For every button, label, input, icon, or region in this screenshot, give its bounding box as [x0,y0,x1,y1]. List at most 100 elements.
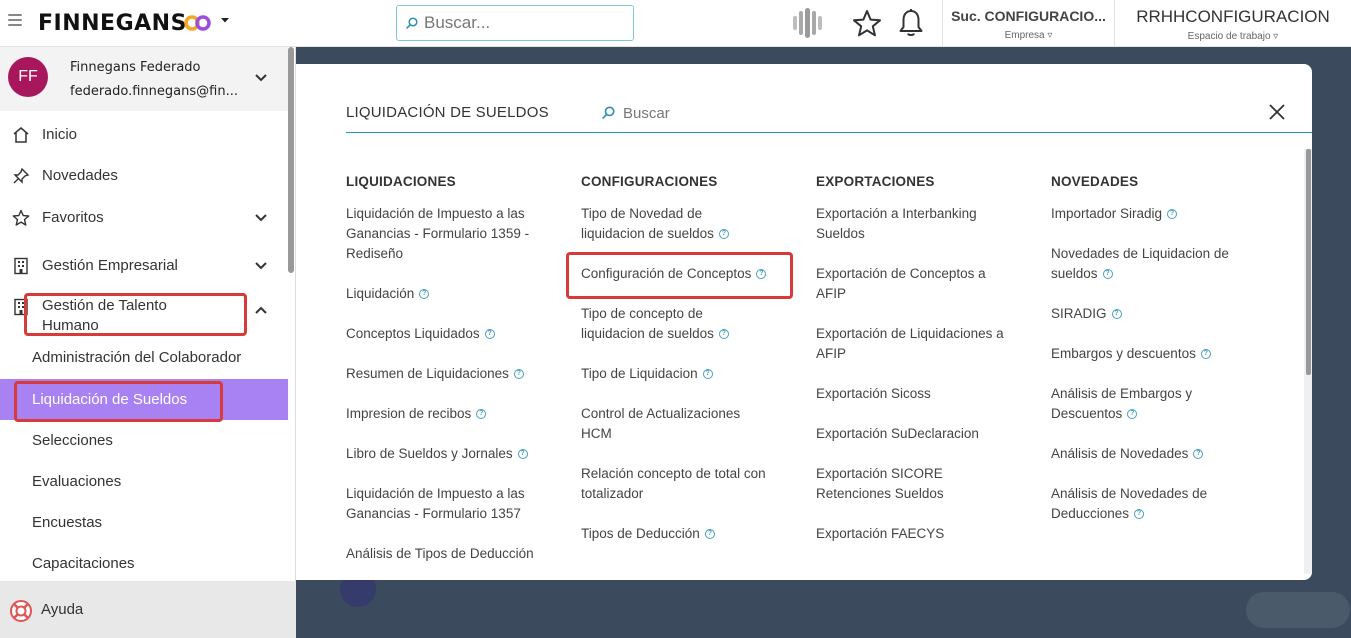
chat-button[interactable] [1246,592,1350,628]
help-icon[interactable]: ? [704,529,715,540]
help-icon[interactable]: ? [484,329,495,340]
help-icon[interactable]: ? [1200,349,1211,360]
building-icon [14,257,28,275]
module-menu-modal: LIQUIDACIÓN DE SUELDOS LIQUIDACIONES Liq… [296,64,1312,580]
column-title: LIQUIDACIONES [346,174,456,189]
home-icon [13,127,29,143]
star-icon[interactable] [852,9,882,37]
menu-link-label: Configuración de Conceptos [581,266,752,281]
menu-link-label: Análisis de Tipos de Deducción [346,546,534,561]
menu-link-label: Exportación de Conceptos a AFIP [816,266,986,301]
menu-link-label: Liquidación de Impuesto a las Ganancias … [346,206,530,261]
menu-link[interactable]: Configuración de Conceptos? [581,264,791,284]
sidebar-item-novedades[interactable]: Novedades [0,158,288,194]
help-icon[interactable]: ? [756,269,767,280]
help-icon[interactable]: ? [419,289,430,300]
sidebar-subitem-liquidacion[interactable]: Liquidación de Sueldos [0,379,288,420]
help-icon[interactable]: ? [1102,269,1113,280]
help-icon[interactable]: ? [1134,509,1145,520]
menu-link[interactable]: Exportación a Interbanking Sueldos [816,204,1006,244]
menu-link[interactable]: Tipo de concepto de liquidacion de sueld… [581,304,751,344]
menu-link[interactable]: Tipos de Deducción? [581,524,715,544]
menu-link[interactable]: Exportación FAECYS [816,524,944,544]
sidebar-subitem-encuestas[interactable]: Encuestas [0,504,288,542]
close-icon[interactable] [1268,103,1286,121]
sidebar-subitem-capacitaciones[interactable]: Capacitaciones [0,545,288,583]
help-button[interactable]: Ayuda [0,581,296,638]
sidebar: FF Finnegans Federado federado.finnegans… [0,47,296,638]
workspace-selector[interactable]: RRHHCONFIGURACION Espacio de trabajo ▿ [1114,0,1351,47]
user-panel[interactable]: FF Finnegans Federado federado.finnegans… [0,47,288,111]
help-icon[interactable]: ? [718,229,729,240]
menu-link[interactable]: Liquidación? [346,284,430,304]
menu-link[interactable]: Importador Siradig? [1051,204,1178,224]
sidebar-subitem-evaluaciones[interactable]: Evaluaciones [0,463,288,501]
sidebar-item-inicio[interactable]: Inicio [0,117,288,153]
sidebar-subitem-label: Encuestas [32,514,103,531]
sidebar-subitem-label: Evaluaciones [32,473,122,490]
sidebar-item-favoritos[interactable]: Favoritos [0,200,288,236]
menu-link[interactable]: SIRADIG? [1051,304,1122,324]
menu-link-label: Exportación a Interbanking Sueldos [816,206,977,241]
menu-link-label: Liquidación de Impuesto a las Ganancias … [346,486,525,521]
menu-icon[interactable] [8,14,22,28]
sidebar-scrollbar[interactable] [288,47,294,273]
sidebar-subitem-administracion[interactable]: Administración del Colaborador [0,339,288,377]
help-icon[interactable]: ? [517,449,528,460]
menu-link[interactable]: Exportación SuDeclaracion [816,424,979,444]
menu-link[interactable]: Análisis de Embargos y Descuentos? [1051,384,1231,424]
menu-link-label: Tipo de concepto de liquidacion de sueld… [581,306,714,341]
menu-link-label: Exportación SICORE Retenciones Sueldos [816,466,944,501]
workspace-value: RRHHCONFIGURACION [1136,7,1330,26]
menu-link[interactable]: Libro de Sueldos y Jornales? [346,444,528,464]
menu-link[interactable]: Impresion de recibos? [346,404,487,424]
help-icon[interactable]: ? [702,369,713,380]
help-icon[interactable]: ? [513,369,524,380]
sidebar-subitem-label: Selecciones [32,432,113,449]
modal-scrollbar[interactable] [1306,149,1311,375]
menu-link[interactable]: Control de Actualizaciones HCM [581,404,761,444]
menu-link[interactable]: Embargos y descuentos? [1051,344,1211,364]
sidebar-item-gestion-empresarial[interactable]: Gestión Empresarial [0,248,288,284]
help-icon[interactable]: ? [1127,409,1138,420]
menu-link[interactable]: Novedades de Liquidacion de sueldos? [1051,244,1251,284]
menu-link[interactable]: Tipo de Liquidacion? [581,364,713,384]
menu-link-label: Exportación de Liquidaciones a AFIP [816,326,1004,361]
chevron-down-icon[interactable] [220,15,230,25]
help-icon[interactable]: ? [1111,309,1122,320]
menu-link[interactable]: Exportación SICORE Retenciones Sueldos [816,464,986,504]
sidebar-subitem-selecciones[interactable]: Selecciones [0,422,288,460]
menu-link[interactable]: Resumen de Liquidaciones? [346,364,524,384]
assistant-icon[interactable] [790,6,826,40]
menu-link-label: Tipo de Novedad de liquidacion de sueldo… [581,206,714,241]
help-icon[interactable]: ? [1167,209,1178,220]
help-icon[interactable]: ? [476,409,487,420]
app-logo[interactable]: FINNEGANS [38,11,187,36]
user-name: Finnegans Federado [70,60,201,75]
bell-icon[interactable] [898,8,924,38]
menu-link[interactable]: Liquidación de Impuesto a las Ganancias … [346,484,551,524]
modal-search-input[interactable] [623,102,923,124]
menu-link-label: Novedades de Liquidacion de sueldos [1051,246,1229,281]
menu-link[interactable]: Liquidación de Impuesto a las Ganancias … [346,204,551,264]
help-icon[interactable]: ? [718,329,729,340]
user-email: federado.finnegans@fin... [70,84,238,99]
company-selector[interactable]: Suc. CONFIGURACIO... Empresa ▿ [942,0,1114,47]
modal-title: LIQUIDACIÓN DE SUELDOS [346,104,549,121]
menu-link[interactable]: Análisis de Novedades de Deducciones? [1051,484,1231,524]
menu-link[interactable]: Conceptos Liquidados? [346,324,495,344]
menu-link[interactable]: Análisis de Tipos de Deducción [346,544,556,564]
menu-link[interactable]: Exportación de Liquidaciones a AFIP [816,324,1026,364]
chevron-down-icon[interactable] [254,73,268,83]
top-bar: FINNEGANS Suc. CONFIGURACIO... Empresa ▿… [0,0,1351,47]
menu-link[interactable]: Exportación de Conceptos a AFIP [816,264,1006,304]
menu-link[interactable]: Exportación Sicoss [816,384,931,404]
menu-link[interactable]: Análisis de Novedades? [1051,444,1204,464]
search-icon [405,17,418,30]
search-input[interactable] [424,12,624,34]
help-icon[interactable]: ? [1193,449,1204,460]
sidebar-item-gestion-talento-humano[interactable]: Gestión de Talento Humano [0,293,288,341]
global-search[interactable] [396,5,634,41]
menu-link[interactable]: Relación concepto de total con totalizad… [581,464,791,504]
menu-link[interactable]: Tipo de Novedad de liquidacion de sueldo… [581,204,751,244]
